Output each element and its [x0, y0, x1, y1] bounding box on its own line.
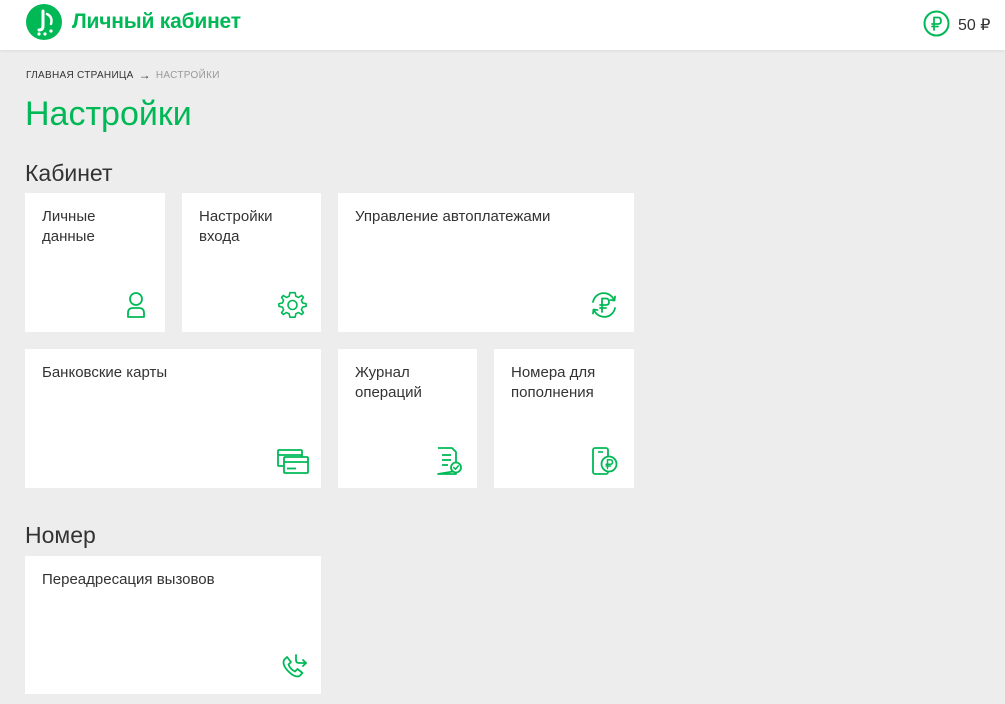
breadcrumb-arrow: →	[138, 68, 151, 82]
tile-operations-log[interactable]: Журнал операций	[338, 349, 477, 488]
section-title-number: Номер	[25, 522, 96, 548]
tile-autopayments[interactable]: Управление автоплатежами	[338, 193, 634, 332]
gear-icon	[276, 289, 308, 321]
page-title: Настройки	[25, 95, 192, 133]
tile-label: Банковские карты	[42, 364, 168, 381]
tile-personal-data[interactable]: Личные данные	[25, 193, 165, 332]
tile-label: Журнал операций	[355, 364, 422, 401]
tile-login-settings[interactable]: Настройки входа	[182, 193, 321, 332]
tile-topup-numbers[interactable]: Номера для пополнения	[494, 349, 634, 488]
tile-label: Настройки входа	[199, 208, 273, 245]
megafon-logo-icon[interactable]	[26, 4, 62, 40]
section-title-cabinet: Кабинет	[25, 160, 113, 186]
tile-bank-cards[interactable]: Банковские карты	[25, 349, 321, 488]
tile-label: Управление автоплатежами	[355, 208, 551, 225]
breadcrumb-home-link[interactable]: Главная страница	[26, 70, 134, 81]
ruble-refresh-icon	[588, 289, 620, 321]
phone-forward-icon	[277, 652, 309, 684]
app-title: Личный кабинет	[72, 10, 241, 33]
tile-label: Личные данные	[42, 208, 96, 245]
phone-ruble-icon	[588, 445, 620, 477]
breadcrumb-current: Настройки	[155, 69, 220, 81]
bank-card-icon	[277, 445, 309, 477]
tile-label: Номера для пополнения	[511, 364, 596, 401]
tile-label: Переадресация вызовов	[42, 571, 215, 588]
balance-amount[interactable]: 50 ₽	[958, 15, 990, 35]
breadcrumb: Главная страница → Настройки	[26, 68, 220, 82]
ruble-circle-icon[interactable]	[923, 10, 950, 37]
tile-call-forwarding[interactable]: Переадресация вызовов	[25, 556, 321, 694]
user-icon	[120, 289, 152, 321]
document-check-icon	[432, 445, 464, 477]
top-header: Личный кабинет 50 ₽	[0, 0, 1005, 50]
